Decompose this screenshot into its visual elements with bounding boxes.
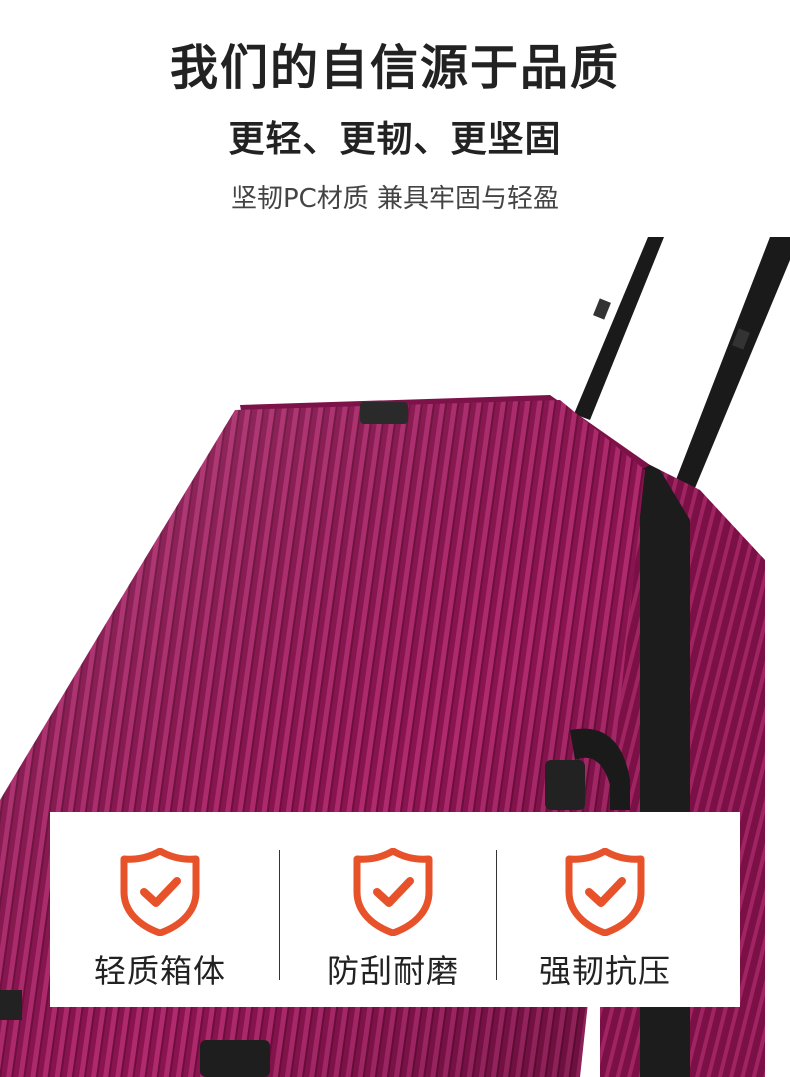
feature-scratch-resistant: 防刮耐磨 — [283, 812, 503, 1007]
feature-lightweight: 轻质箱体 — [50, 812, 270, 1007]
headline: 我们的自信源于品质 — [169, 40, 620, 96]
subhead: 更轻、更韧、更坚固 — [228, 119, 562, 160]
feature-label: 防刮耐磨 — [326, 952, 459, 990]
shield-check-icon — [353, 848, 433, 936]
feature-pressure-resistant: 强韧抗压 — [495, 812, 715, 1007]
divider — [279, 850, 280, 980]
feature-panel: 轻质箱体 防刮耐磨 强韧抗压 — [50, 812, 740, 1007]
shield-check-icon — [120, 848, 200, 936]
shield-check-icon — [565, 848, 645, 936]
tagline: 坚韧PC材质 兼具牢固与轻盈 — [230, 184, 560, 214]
feature-label: 强韧抗压 — [538, 952, 671, 990]
feature-label: 轻质箱体 — [93, 952, 226, 990]
